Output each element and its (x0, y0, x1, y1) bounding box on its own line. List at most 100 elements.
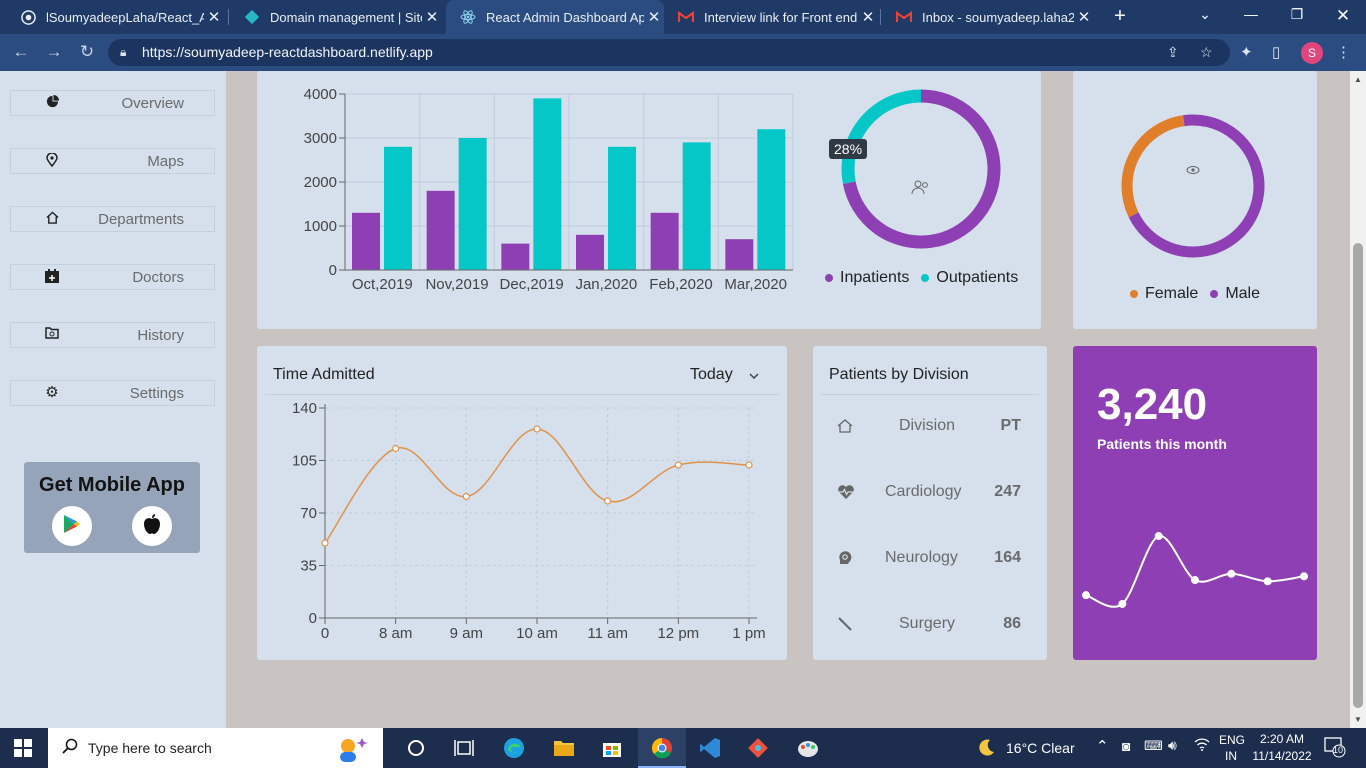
wifi-icon[interactable] (1194, 738, 1210, 754)
dashboard-page: Overview Maps Departments Doctors Histor… (0, 71, 1350, 728)
tab-gmail-inbox[interactable]: Inbox - soumyadeep.laha28 ✕ (882, 0, 1094, 34)
tab-label: Inbox - soumyadeep.laha28 (922, 9, 1074, 25)
x-tick-label: Dec,2019 (500, 276, 564, 293)
url-input[interactable]: 🔒︎ https://soumyadeep-reactdashboard.net… (108, 39, 1230, 66)
data-point (462, 492, 470, 501)
admissions-card: 0 1000 2000 3000 4000 Oct,2019 Nov,2019 Dec,201… (257, 71, 1041, 329)
weather-moon-icon[interactable] (974, 736, 998, 760)
sparkline-point (1263, 577, 1272, 586)
cortana-icon[interactable] (404, 736, 428, 760)
new-tab-button[interactable]: + (1108, 5, 1132, 28)
division-row: Cardiology 247 (813, 482, 1047, 504)
url-text: https://soumyadeep-reactdashboard.netlif… (142, 44, 433, 60)
tab-gmail-interview[interactable]: Interview link for Front end D ✕ (664, 0, 878, 34)
x-tick-label: 11 am (587, 625, 628, 642)
y-tick-label: 0 (329, 262, 337, 279)
division-count: 247 (994, 483, 1021, 500)
bookmark-star-icon[interactable]: ☆ (1200, 44, 1213, 61)
card-divider (821, 394, 1039, 395)
back-icon[interactable]: ← (10, 42, 32, 62)
scalpel-icon (837, 616, 853, 637)
page-scrollbar[interactable]: ▲ ▼ (1350, 71, 1366, 728)
microsoft-store-icon[interactable] (600, 736, 624, 760)
close-icon[interactable]: ✕ (858, 8, 878, 26)
forward-icon[interactable]: → (43, 42, 65, 62)
vscode-icon[interactable] (698, 736, 722, 760)
weather-text: 16°C Clear (1006, 740, 1075, 756)
tab-github[interactable]: lSoumyadeepLaha/React_Ad ✕ (6, 0, 224, 34)
file-explorer-icon[interactable] (552, 736, 576, 760)
tab-separator (880, 9, 881, 25)
task-view-icon[interactable] (452, 736, 476, 760)
sidebar-item-maps[interactable]: Maps (10, 148, 215, 174)
paint-icon[interactable] (796, 736, 820, 760)
pt-header: PT (1000, 417, 1021, 434)
app-store-button[interactable] (132, 506, 172, 546)
extensions-icon[interactable]: ✦ (1240, 43, 1253, 61)
sparkline-point (1118, 599, 1127, 608)
map-pin-icon (44, 152, 60, 170)
tab-label: Domain management | Site s (270, 9, 422, 25)
chrome-icon[interactable] (650, 736, 674, 760)
scroll-thumb[interactable] (1353, 243, 1363, 708)
close-icon[interactable]: ✕ (204, 8, 224, 26)
show-hidden-icons-icon[interactable]: ⌃ (1096, 737, 1109, 755)
input-method-icon[interactable]: ⌨ (1144, 738, 1163, 754)
reload-icon[interactable]: ↻ (76, 42, 98, 62)
bar-outpatients (384, 146, 412, 270)
bar-inpatients (725, 239, 754, 270)
minimize-icon[interactable]: — (1236, 6, 1266, 22)
tab-label: Interview link for Front end D (704, 9, 858, 25)
bar-outpatients (458, 138, 487, 270)
scroll-up-arrow-icon[interactable]: ▲ (1350, 75, 1366, 84)
sidebar-item-overview[interactable]: Overview (10, 90, 215, 116)
x-tick-label: 9 am (450, 625, 483, 642)
windows-taskbar: Type here to search 16°C Clear ⌃ ◙ ⌨ 🔊︎ (0, 728, 1366, 768)
edge-icon[interactable] (502, 736, 526, 760)
sidebar-item-label: Doctors (132, 269, 184, 286)
y-tick-label: 3000 (304, 130, 337, 147)
gender-legend: Female Male (1073, 285, 1317, 303)
admissions-bar-chart: 0 1000 2000 3000 4000 Oct,2019 Nov,2019 Dec,201… (304, 86, 1001, 293)
tab-react-admin[interactable]: React Admin Dashboard App ✕ (446, 0, 664, 34)
git-kraken-icon[interactable] (746, 736, 770, 760)
icon-part (922, 182, 928, 188)
sidebar-item-label: Departments (98, 211, 184, 228)
windows-start-icon[interactable] (14, 739, 32, 757)
clock-time[interactable]: 2:20 AM (1258, 732, 1306, 746)
tab-search-icon[interactable]: ⌄ (1190, 6, 1220, 23)
y-tick-label: 4000 (304, 86, 337, 103)
close-icon[interactable]: ✕ (422, 8, 442, 26)
sidebar-item-departments[interactable]: Departments (10, 206, 215, 232)
x-tick-label: 10 am (516, 625, 558, 642)
side-panel-icon[interactable]: ▯ (1272, 43, 1280, 61)
profile-avatar[interactable]: S (1301, 42, 1323, 64)
donut-slice-female (1121, 115, 1185, 218)
close-icon[interactable]: ✕ (1074, 8, 1094, 26)
google-play-button[interactable] (52, 506, 92, 546)
gmail-icon (896, 9, 912, 25)
sidebar-item-settings[interactable]: ⚙ Settings (10, 380, 215, 406)
close-window-icon[interactable]: ✕ (1328, 6, 1358, 26)
x-tick-label: 1 pm (732, 625, 765, 642)
sidebar-item-history[interactable]: History (10, 322, 215, 348)
mobile-app-card: Get Mobile App (24, 462, 200, 553)
volume-icon[interactable]: 🔊︎ (1168, 737, 1177, 754)
division-count: 164 (994, 549, 1021, 566)
patients-month-sparkline (1082, 532, 1308, 608)
close-icon[interactable]: ✕ (644, 8, 664, 26)
home-icon (837, 419, 853, 438)
sidebar-item-doctors[interactable]: Doctors (10, 264, 215, 290)
taskbar-search-input[interactable]: Type here to search (48, 728, 383, 768)
icon-part (1191, 168, 1195, 172)
restore-icon[interactable]: ❐ (1282, 6, 1312, 23)
menu-icon[interactable]: ⋮ (1336, 43, 1351, 61)
share-icon[interactable]: ⇪ (1167, 44, 1179, 61)
x-tick-label: 0 (321, 625, 329, 642)
sidebar-item-label: Overview (121, 95, 184, 112)
bar-inpatients (352, 212, 380, 270)
tab-netlify[interactable]: Domain management | Site s ✕ (230, 0, 442, 34)
language-indicator[interactable]: ENG (1219, 733, 1245, 747)
scroll-down-arrow-icon[interactable]: ▼ (1350, 715, 1366, 724)
meet-now-icon[interactable]: ◙ (1122, 738, 1130, 754)
